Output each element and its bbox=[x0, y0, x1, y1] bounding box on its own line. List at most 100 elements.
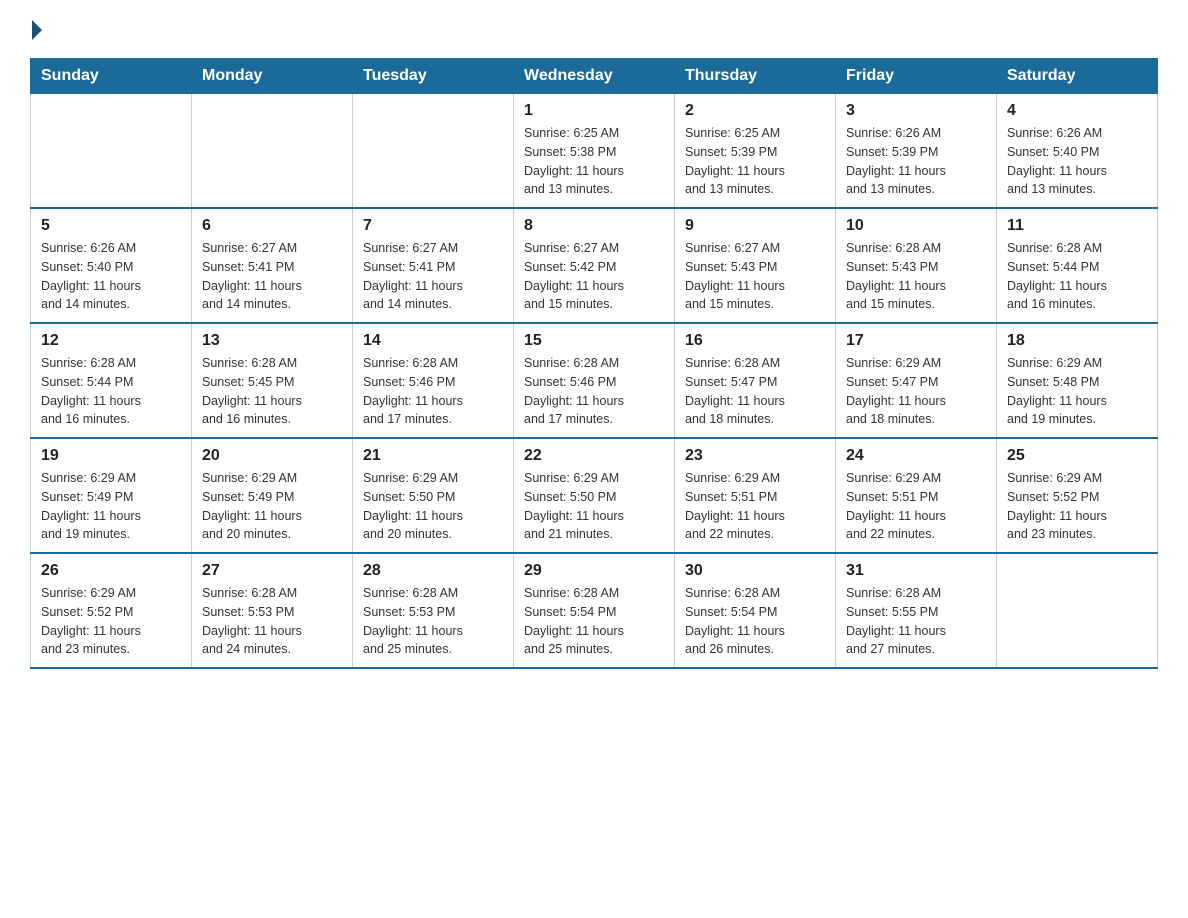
day-number: 26 bbox=[41, 562, 181, 580]
day-info: Sunrise: 6:29 AMSunset: 5:49 PMDaylight:… bbox=[41, 469, 181, 544]
day-info: Sunrise: 6:26 AMSunset: 5:39 PMDaylight:… bbox=[846, 124, 986, 199]
calendar-week-row: 19 Sunrise: 6:29 AMSunset: 5:49 PMDayligh… bbox=[31, 438, 1158, 553]
calendar-cell: 7 Sunrise: 6:27 AMSunset: 5:41 PMDaylight… bbox=[353, 208, 514, 323]
header-thursday: Thursday bbox=[675, 59, 836, 94]
calendar-cell: 28 Sunrise: 6:28 AMSunset: 5:53 PMDayligh… bbox=[353, 553, 514, 668]
day-info: Sunrise: 6:27 AMSunset: 5:42 PMDaylight:… bbox=[524, 239, 664, 314]
logo bbox=[30, 20, 44, 40]
header-tuesday: Tuesday bbox=[353, 59, 514, 94]
calendar-cell: 4 Sunrise: 6:26 AMSunset: 5:40 PMDaylight… bbox=[997, 94, 1158, 209]
page-header bbox=[30, 20, 1158, 40]
day-info: Sunrise: 6:28 AMSunset: 5:55 PMDaylight:… bbox=[846, 584, 986, 659]
calendar-cell: 3 Sunrise: 6:26 AMSunset: 5:39 PMDaylight… bbox=[836, 94, 997, 209]
calendar-cell: 13Sunrise: 6:28 AMSunset: 5:45 PMDayligh… bbox=[192, 323, 353, 438]
calendar-cell: 31 Sunrise: 6:28 AMSunset: 5:55 PMDayligh… bbox=[836, 553, 997, 668]
calendar-cell: 29Sunrise: 6:28 AMSunset: 5:54 PMDayligh… bbox=[514, 553, 675, 668]
day-info: Sunrise: 6:28 AMSunset: 5:54 PMDaylight:… bbox=[685, 584, 825, 659]
day-number: 29 bbox=[524, 562, 664, 580]
header-saturday: Saturday bbox=[997, 59, 1158, 94]
header-sunday: Sunday bbox=[31, 59, 192, 94]
calendar-week-row: 5 Sunrise: 6:26 AMSunset: 5:40 PMDaylight… bbox=[31, 208, 1158, 323]
day-number: 20 bbox=[202, 447, 342, 465]
day-info: Sunrise: 6:27 AMSunset: 5:41 PMDaylight:… bbox=[363, 239, 503, 314]
day-number: 19 bbox=[41, 447, 181, 465]
day-info: Sunrise: 6:26 AMSunset: 5:40 PMDaylight:… bbox=[1007, 124, 1147, 199]
day-number: 25 bbox=[1007, 447, 1147, 465]
calendar-cell: 21Sunrise: 6:29 AMSunset: 5:50 PMDayligh… bbox=[353, 438, 514, 553]
day-number: 5 bbox=[41, 217, 181, 235]
day-info: Sunrise: 6:29 AMSunset: 5:52 PMDaylight:… bbox=[41, 584, 181, 659]
day-info: Sunrise: 6:29 AMSunset: 5:50 PMDaylight:… bbox=[363, 469, 503, 544]
day-number: 22 bbox=[524, 447, 664, 465]
calendar-cell: 25 Sunrise: 6:29 AMSunset: 5:52 PMDayligh… bbox=[997, 438, 1158, 553]
calendar-cell: 5 Sunrise: 6:26 AMSunset: 5:40 PMDaylight… bbox=[31, 208, 192, 323]
day-number: 2 bbox=[685, 102, 825, 120]
day-number: 28 bbox=[363, 562, 503, 580]
calendar-cell: 23Sunrise: 6:29 AMSunset: 5:51 PMDayligh… bbox=[675, 438, 836, 553]
logo-arrow-icon bbox=[32, 20, 42, 40]
day-info: Sunrise: 6:25 AMSunset: 5:39 PMDaylight:… bbox=[685, 124, 825, 199]
calendar-cell: 2 Sunrise: 6:25 AMSunset: 5:39 PMDaylight… bbox=[675, 94, 836, 209]
day-info: Sunrise: 6:28 AMSunset: 5:46 PMDaylight:… bbox=[363, 354, 503, 429]
day-number: 16 bbox=[685, 332, 825, 350]
day-number: 9 bbox=[685, 217, 825, 235]
day-number: 3 bbox=[846, 102, 986, 120]
day-number: 11 bbox=[1007, 217, 1147, 235]
header-monday: Monday bbox=[192, 59, 353, 94]
calendar-table: Sunday Monday Tuesday Wednesday Thursday… bbox=[30, 58, 1158, 669]
calendar-cell: 22 Sunrise: 6:29 AMSunset: 5:50 PMDayligh… bbox=[514, 438, 675, 553]
day-info: Sunrise: 6:29 AMSunset: 5:51 PMDaylight:… bbox=[685, 469, 825, 544]
calendar-cell: 20 Sunrise: 6:29 AMSunset: 5:49 PMDayligh… bbox=[192, 438, 353, 553]
calendar-cell: 9Sunrise: 6:27 AMSunset: 5:43 PMDaylight… bbox=[675, 208, 836, 323]
day-info: Sunrise: 6:29 AMSunset: 5:49 PMDaylight:… bbox=[202, 469, 342, 544]
header-wednesday: Wednesday bbox=[514, 59, 675, 94]
calendar-cell: 15 Sunrise: 6:28 AMSunset: 5:46 PMDayligh… bbox=[514, 323, 675, 438]
day-number: 8 bbox=[524, 217, 664, 235]
calendar-cell: 8 Sunrise: 6:27 AMSunset: 5:42 PMDaylight… bbox=[514, 208, 675, 323]
calendar-week-row: 26 Sunrise: 6:29 AMSunset: 5:52 PMDayligh… bbox=[31, 553, 1158, 668]
day-info: Sunrise: 6:27 AMSunset: 5:41 PMDaylight:… bbox=[202, 239, 342, 314]
day-info: Sunrise: 6:28 AMSunset: 5:53 PMDaylight:… bbox=[363, 584, 503, 659]
day-info: Sunrise: 6:28 AMSunset: 5:47 PMDaylight:… bbox=[685, 354, 825, 429]
day-info: Sunrise: 6:28 AMSunset: 5:44 PMDaylight:… bbox=[41, 354, 181, 429]
day-number: 27 bbox=[202, 562, 342, 580]
day-number: 4 bbox=[1007, 102, 1147, 120]
day-number: 31 bbox=[846, 562, 986, 580]
day-info: Sunrise: 6:28 AMSunset: 5:46 PMDaylight:… bbox=[524, 354, 664, 429]
day-info: Sunrise: 6:28 AMSunset: 5:45 PMDaylight:… bbox=[202, 354, 342, 429]
calendar-cell: 6 Sunrise: 6:27 AMSunset: 5:41 PMDaylight… bbox=[192, 208, 353, 323]
calendar-cell: 17Sunrise: 6:29 AMSunset: 5:47 PMDayligh… bbox=[836, 323, 997, 438]
calendar-cell: 11Sunrise: 6:28 AMSunset: 5:44 PMDayligh… bbox=[997, 208, 1158, 323]
day-number: 24 bbox=[846, 447, 986, 465]
day-info: Sunrise: 6:29 AMSunset: 5:52 PMDaylight:… bbox=[1007, 469, 1147, 544]
calendar-cell: 19 Sunrise: 6:29 AMSunset: 5:49 PMDayligh… bbox=[31, 438, 192, 553]
calendar-cell: 18Sunrise: 6:29 AMSunset: 5:48 PMDayligh… bbox=[997, 323, 1158, 438]
calendar-cell: 12 Sunrise: 6:28 AMSunset: 5:44 PMDayligh… bbox=[31, 323, 192, 438]
day-info: Sunrise: 6:28 AMSunset: 5:53 PMDaylight:… bbox=[202, 584, 342, 659]
day-number: 10 bbox=[846, 217, 986, 235]
calendar-cell bbox=[997, 553, 1158, 668]
day-info: Sunrise: 6:28 AMSunset: 5:43 PMDaylight:… bbox=[846, 239, 986, 314]
day-number: 17 bbox=[846, 332, 986, 350]
day-number: 7 bbox=[363, 217, 503, 235]
calendar-cell: 14 Sunrise: 6:28 AMSunset: 5:46 PMDayligh… bbox=[353, 323, 514, 438]
calendar-week-row: 12 Sunrise: 6:28 AMSunset: 5:44 PMDayligh… bbox=[31, 323, 1158, 438]
day-number: 30 bbox=[685, 562, 825, 580]
calendar-cell: 24 Sunrise: 6:29 AMSunset: 5:51 PMDayligh… bbox=[836, 438, 997, 553]
day-number: 6 bbox=[202, 217, 342, 235]
day-info: Sunrise: 6:29 AMSunset: 5:50 PMDaylight:… bbox=[524, 469, 664, 544]
day-number: 14 bbox=[363, 332, 503, 350]
day-info: Sunrise: 6:29 AMSunset: 5:51 PMDaylight:… bbox=[846, 469, 986, 544]
calendar-week-row: 1Sunrise: 6:25 AMSunset: 5:38 PMDaylight… bbox=[31, 94, 1158, 209]
calendar-cell: 26 Sunrise: 6:29 AMSunset: 5:52 PMDayligh… bbox=[31, 553, 192, 668]
day-number: 1 bbox=[524, 102, 664, 120]
calendar-body: 1Sunrise: 6:25 AMSunset: 5:38 PMDaylight… bbox=[31, 94, 1158, 669]
day-number: 12 bbox=[41, 332, 181, 350]
day-info: Sunrise: 6:26 AMSunset: 5:40 PMDaylight:… bbox=[41, 239, 181, 314]
calendar-cell: 1Sunrise: 6:25 AMSunset: 5:38 PMDaylight… bbox=[514, 94, 675, 209]
header-friday: Friday bbox=[836, 59, 997, 94]
calendar-cell: 10 Sunrise: 6:28 AMSunset: 5:43 PMDayligh… bbox=[836, 208, 997, 323]
day-number: 15 bbox=[524, 332, 664, 350]
calendar-cell bbox=[31, 94, 192, 209]
calendar-cell: 30 Sunrise: 6:28 AMSunset: 5:54 PMDayligh… bbox=[675, 553, 836, 668]
